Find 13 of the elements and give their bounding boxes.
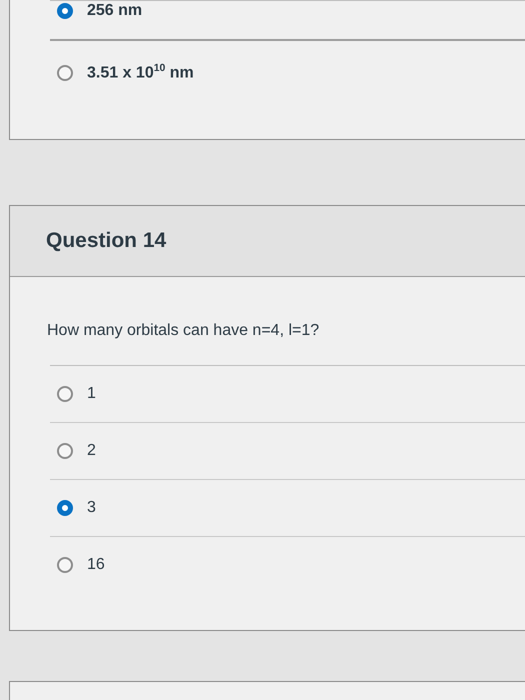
answer-label: 3 <box>87 499 96 517</box>
radio-button[interactable] <box>57 3 73 19</box>
answer-label: 2 <box>87 442 96 460</box>
radio-button[interactable] <box>57 386 73 402</box>
question-title: Question 14 <box>46 229 166 253</box>
answer-label: 3.51 x 10$^{10}$ nm <box>87 63 194 83</box>
answer-label: 16 <box>87 556 105 574</box>
radio-button[interactable] <box>57 500 73 516</box>
radio-button[interactable] <box>57 443 73 459</box>
radio-button[interactable] <box>57 557 73 573</box>
answer-label: 256 nm <box>87 2 142 20</box>
radio-button[interactable] <box>57 65 73 81</box>
answer-label: 1 <box>87 385 96 403</box>
